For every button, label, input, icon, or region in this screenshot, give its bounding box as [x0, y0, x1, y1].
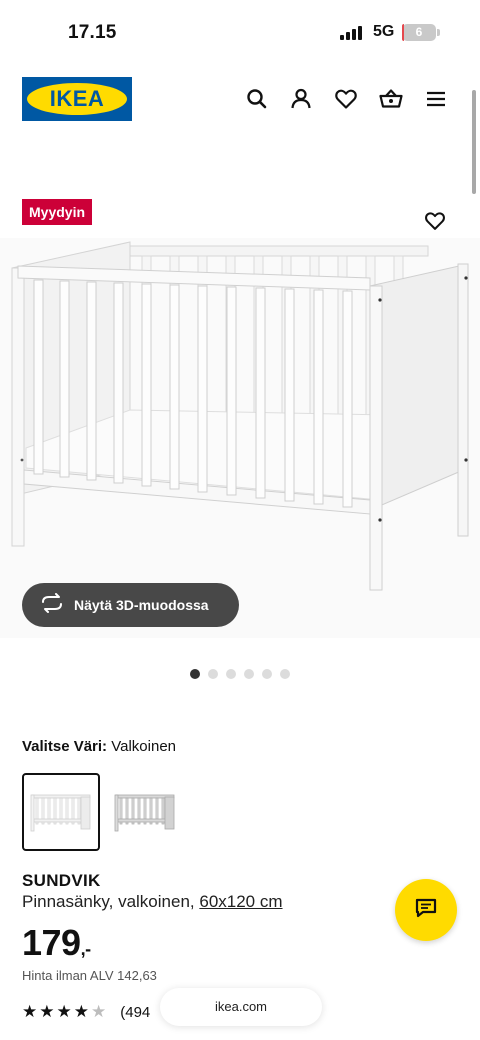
price-suffix: ,-	[80, 939, 92, 959]
carousel-dot[interactable]	[208, 669, 218, 679]
network-type: 5G	[373, 23, 395, 40]
bestseller-badge: Myydyin	[22, 199, 93, 225]
battery-tip	[437, 29, 440, 36]
price-value: 179	[22, 922, 81, 963]
carousel-dots[interactable]	[190, 669, 290, 679]
half-star-icon: ★	[91, 1002, 107, 1021]
status-bar: 17.15 5G 6	[0, 0, 480, 64]
product-image[interactable]: Näytä 3D-muodossa	[0, 238, 480, 638]
carousel-dot[interactable]	[262, 669, 272, 679]
product-description: Pinnasänky, valkoinen, 60x120 cm	[22, 892, 283, 912]
view-3d-button[interactable]: Näytä 3D-muodossa	[22, 583, 239, 627]
color-swatch-grey[interactable]	[106, 773, 184, 851]
browser-url-bar[interactable]: ikea.com	[160, 988, 322, 1026]
carousel-dot[interactable]	[244, 669, 254, 679]
product-size-link[interactable]: 60x120 cm	[199, 892, 282, 911]
star-icon: ★	[22, 1002, 38, 1021]
star-icon: ★	[56, 1002, 72, 1021]
page-scrollbar[interactable]	[472, 90, 476, 194]
product-price: 179,-	[22, 922, 91, 964]
rotate-3d-icon	[40, 592, 64, 618]
product-rating[interactable]: ★ ★ ★ ★ ★ (494	[22, 1003, 150, 1021]
logo-oval: IKEA	[27, 83, 127, 115]
carousel-dot[interactable]	[280, 669, 290, 679]
color-value: Valkoinen	[111, 738, 177, 755]
battery-icon: 6	[402, 24, 436, 41]
add-to-favorites-icon[interactable]	[423, 209, 447, 233]
color-label: Valitse Väri:	[22, 738, 108, 755]
status-time: 17.15	[68, 22, 117, 43]
color-swatch-white[interactable]	[22, 773, 100, 851]
logo-text: IKEA	[49, 86, 105, 111]
battery-percent: 6	[415, 25, 423, 39]
star-icon: ★	[39, 1002, 55, 1021]
chat-icon	[414, 896, 438, 925]
product-name: SUNDVIK	[22, 871, 101, 890]
color-selector-label: Valitse Väri: Valkoinen	[22, 738, 176, 755]
menu-icon[interactable]	[423, 86, 449, 112]
chat-button[interactable]	[395, 879, 457, 941]
user-icon[interactable]	[288, 86, 314, 112]
product-description-text: Pinnasänky, valkoinen,	[22, 892, 195, 911]
price-excl-vat: Hinta ilman ALV 142,63	[22, 968, 157, 983]
review-count[interactable]: (494	[120, 1004, 150, 1021]
search-icon[interactable]	[244, 86, 270, 112]
heart-icon[interactable]	[333, 86, 359, 112]
basket-icon[interactable]	[378, 86, 404, 112]
star-icon: ★	[73, 1002, 89, 1021]
carousel-dot[interactable]	[226, 669, 236, 679]
carousel-dot-active[interactable]	[190, 669, 200, 679]
signal-icon	[340, 26, 364, 40]
ikea-logo[interactable]: IKEA	[22, 77, 132, 121]
view-3d-label: Näytä 3D-muodossa	[74, 597, 209, 613]
